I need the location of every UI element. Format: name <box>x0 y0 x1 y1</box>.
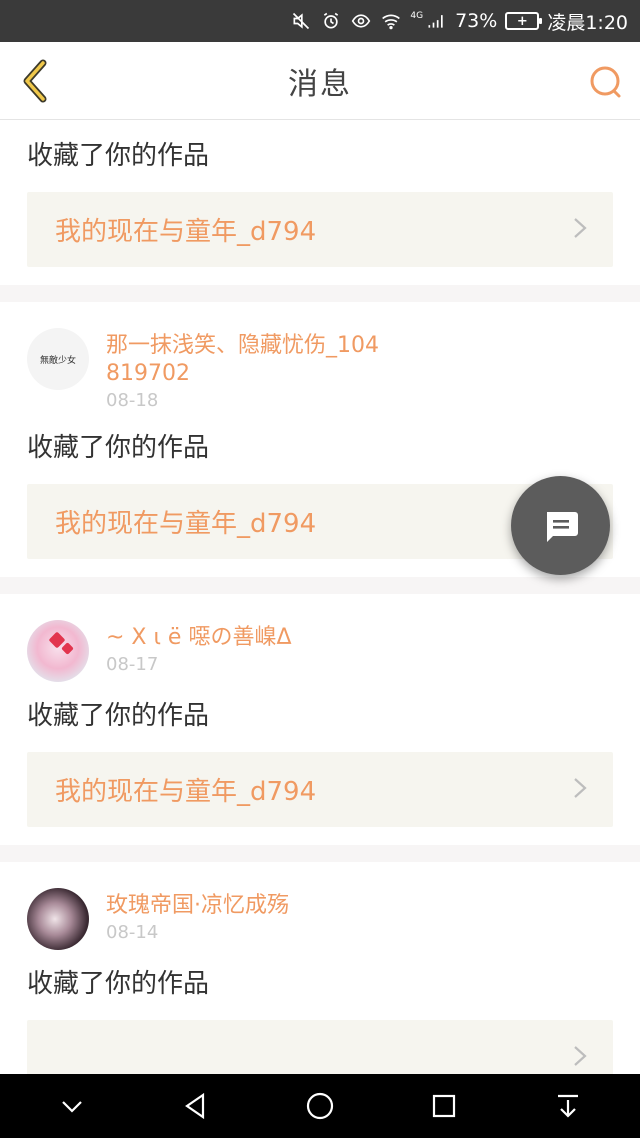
chevron-left-icon <box>23 59 47 103</box>
app-header: 消息 <box>0 42 640 120</box>
clock: 凌晨1:20 <box>547 11 628 34</box>
chat-fab-button[interactable] <box>511 476 610 575</box>
username[interactable]: 那一抹浅笑、隐藏忧伤_104819702 <box>106 332 386 388</box>
wifi-icon <box>380 10 402 32</box>
nav-notification-button[interactable] <box>538 1081 598 1131</box>
back-button[interactable] <box>14 58 54 104</box>
search-button[interactable] <box>586 62 626 102</box>
message-user[interactable]: 無敵少女 那一抹浅笑、隐藏忧伤_104819702 08-18 <box>27 302 613 414</box>
page-title: 消息 <box>288 66 352 102</box>
chevron-right-icon <box>573 217 587 243</box>
chevron-right-icon <box>573 777 587 803</box>
message-user[interactable]: ~ X ι ё 噁の善嵲Δ 08-17 <box>27 594 613 682</box>
chat-bubble-icon <box>546 511 578 542</box>
work-title: 我的现在与童年_d794 <box>55 777 317 807</box>
signal-icon <box>425 10 447 32</box>
avatar[interactable] <box>27 620 89 682</box>
message-card: ~ X ι ё 噁の善嵲Δ 08-17 收藏了你的作品 我的现在与童年_d794 <box>0 594 640 845</box>
message-action: 收藏了你的作品 <box>27 969 210 999</box>
message-user[interactable]: 玫瑰帝国·凉忆成殇 08-14 <box>27 862 613 950</box>
square-recents-icon <box>432 1094 456 1118</box>
eye-icon <box>350 10 372 32</box>
app-root: 4G 73% + 凌晨1:20 消息 收藏了你的作品 我的现在与童年_d794 … <box>0 0 640 1138</box>
triangle-back-icon <box>185 1092 205 1120</box>
battery-icon: + <box>505 12 543 30</box>
avatar-text: 無敵少女 <box>39 355 76 366</box>
username[interactable]: ~ X ι ё 噁の善嵲Δ <box>106 624 292 652</box>
system-nav-bar <box>0 1074 640 1138</box>
username[interactable]: 玫瑰帝国·凉忆成殇 <box>106 892 289 920</box>
message-card: 玫瑰帝国·凉忆成殇 08-14 收藏了你的作品 <box>0 862 640 1074</box>
chevron-right-icon <box>573 1045 587 1071</box>
message-action: 收藏了你的作品 <box>27 141 210 171</box>
message-list[interactable]: 收藏了你的作品 我的现在与童年_d794 無敵少女 那一抹浅笑、隐藏忧伤_104… <box>0 120 640 1074</box>
circle-home-icon <box>306 1092 334 1120</box>
message-date: 08-14 <box>106 922 159 943</box>
work-link[interactable]: 我的现在与童年_d794 <box>27 752 613 827</box>
chevron-down-icon <box>62 1101 82 1113</box>
network-type: 4G <box>410 11 424 21</box>
work-title: 我的现在与童年_d794 <box>55 509 317 539</box>
search-icon <box>590 66 621 98</box>
message-date: 08-18 <box>106 390 159 411</box>
pull-down-icon <box>558 1094 578 1118</box>
nav-back-button[interactable] <box>166 1081 226 1131</box>
message-action: 收藏了你的作品 <box>27 433 210 463</box>
nav-recents-button[interactable] <box>414 1081 474 1131</box>
work-link[interactable] <box>27 1020 613 1074</box>
nav-collapse-button[interactable] <box>42 1081 102 1131</box>
avatar[interactable] <box>27 888 89 950</box>
battery-percent: 73% <box>455 10 498 32</box>
avatar[interactable]: 無敵少女 <box>27 328 89 390</box>
work-title: 我的现在与童年_d794 <box>55 217 317 247</box>
alarm-icon <box>320 10 342 32</box>
mute-icon <box>290 10 312 32</box>
work-link[interactable]: 我的现在与童年_d794 <box>27 192 613 267</box>
status-bar: 4G 73% + 凌晨1:20 <box>0 0 640 42</box>
message-date: 08-17 <box>106 654 159 675</box>
message-action: 收藏了你的作品 <box>27 701 210 731</box>
nav-home-button[interactable] <box>290 1081 350 1131</box>
message-card: 收藏了你的作品 我的现在与童年_d794 <box>0 120 640 285</box>
